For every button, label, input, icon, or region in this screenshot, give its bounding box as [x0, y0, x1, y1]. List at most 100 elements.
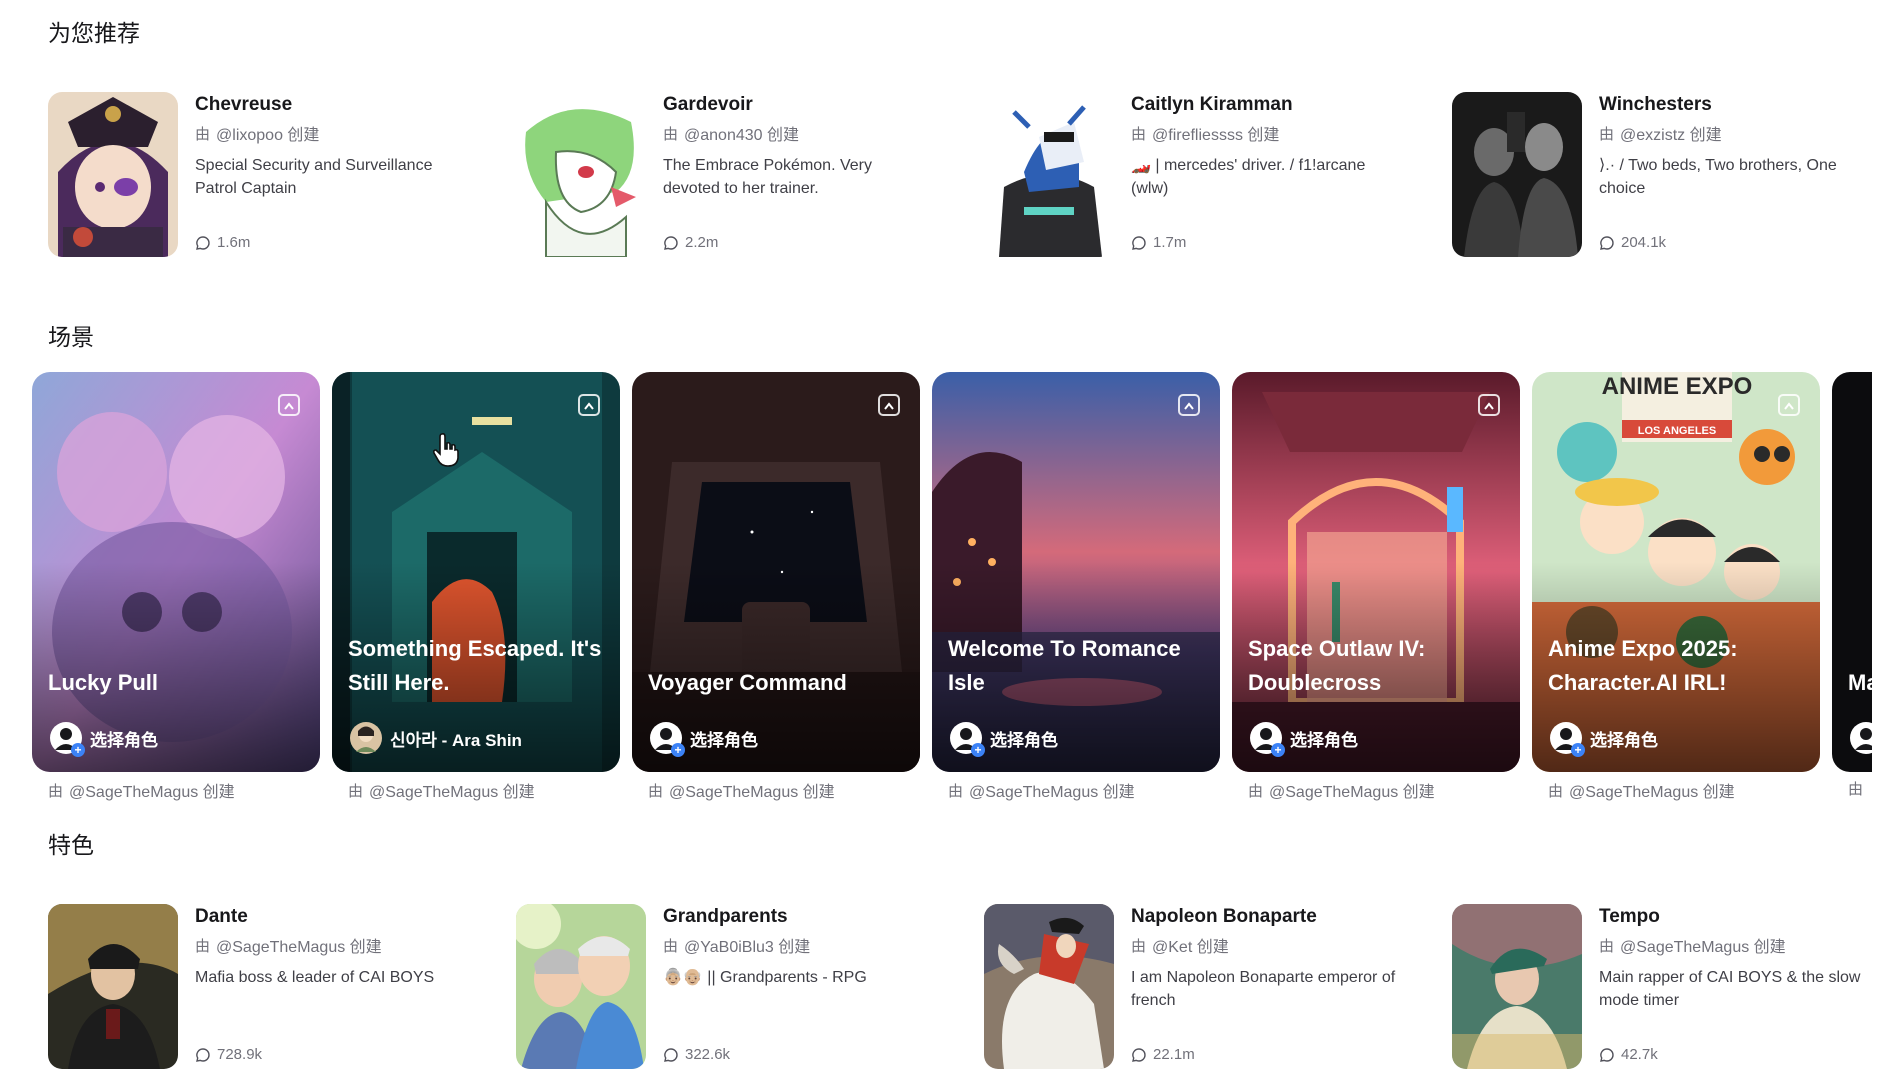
creator-handle: @SageTheMagus 创建: [969, 784, 1135, 801]
bookmark-icon[interactable]: [1176, 392, 1202, 418]
character-card-grandparents[interactable]: Grandparents 由 @YaB0iBlu3 创建 👵🏼👴🏼 || Gra…: [516, 904, 936, 1069]
expo-sign-text: ANIME EXPO: [1602, 373, 1753, 400]
character-name: Gardevoir: [663, 94, 753, 115]
select-character-button[interactable]: + 选择角色: [950, 722, 1058, 757]
bookmark-icon[interactable]: [1776, 392, 1802, 418]
creator-handle: @SageTheMagus 创建: [669, 784, 835, 801]
bookmark-icon[interactable]: [876, 392, 902, 418]
select-character-button[interactable]: [1850, 722, 1872, 754]
scene-title: Anime Expo 2025: Character.AI IRL!: [1548, 636, 1738, 695]
bookmark-icon[interactable]: [576, 392, 602, 418]
select-character-label: 选择角色: [1290, 730, 1358, 750]
select-character-button[interactable]: + 选择角色: [50, 722, 158, 757]
scene-card-partial[interactable]: Ma Sa 由: [1832, 372, 1872, 799]
character-description: ⟩.· / Two beds, Two brothers, One choice: [1599, 157, 1837, 197]
chat-bubble-icon: [196, 1047, 210, 1062]
scene-creator[interactable]: 由 @SageTheMagus 创建: [932, 778, 1220, 802]
creator-icon: 由: [1599, 125, 1615, 143]
scene-creator[interactable]: 由 @SageTheMagus 创建: [332, 778, 620, 802]
creator-handle: @SageTheMagus 创建: [369, 784, 535, 801]
scene-poster: Ma Sa: [1832, 372, 1872, 772]
scene-card-space-outlaw[interactable]: Space Outlaw IV: Doublecross + 选择角色 由 @S…: [1232, 372, 1520, 802]
creator-icon: 由: [348, 782, 364, 800]
character-description: I am Napoleon Bonaparte emperor of frenc…: [1131, 969, 1396, 1009]
chat-bubble-icon: [1132, 1047, 1146, 1062]
scene-card-romance-isle[interactable]: Welcome To Romance Isle + 选择角色 由 @SageTh…: [932, 372, 1220, 802]
select-character-button[interactable]: + 选择角色: [1550, 722, 1658, 757]
chat-bubble-icon: [664, 1047, 678, 1062]
select-character-label: 选择角色: [1590, 730, 1658, 750]
select-character-label: 选择角色: [990, 730, 1058, 750]
character-creator[interactable]: 由 @lixopoo 创建: [195, 121, 465, 145]
character-card-napoleon[interactable]: Napoleon Bonaparte 由 @Ket 创建 I am Napole…: [984, 904, 1404, 1069]
bookmark-icon[interactable]: [276, 392, 302, 418]
scene-creator[interactable]: 由 @SageTheMagus 创建: [32, 778, 320, 802]
chat-count: 1.6m: [195, 234, 250, 251]
creator-icon: 由: [1548, 782, 1564, 800]
character-creator[interactable]: 由 @Ket 创建: [1131, 933, 1401, 957]
creator-handle: @SageTheMagus 创建: [69, 784, 235, 801]
character-creator[interactable]: 由 @anon430 创建: [663, 121, 933, 145]
user-avatar-icon: +: [1550, 722, 1585, 757]
bookmark-icon[interactable]: [1476, 392, 1502, 418]
creator-icon: 由: [663, 937, 679, 955]
creator-icon: 由: [1848, 781, 1864, 798]
chat-count: 2.2m: [663, 234, 718, 251]
user-avatar-icon: +: [50, 722, 85, 757]
scene-card-anime-expo[interactable]: ANIME EXPO LOS ANGELES Anime Expo 2025: …: [1532, 372, 1820, 802]
select-character-button[interactable]: + 选择角色: [1250, 722, 1358, 757]
scene-poster: Space Outlaw IV: Doublecross + 选择角色: [1232, 372, 1520, 772]
creator-handle: @firefliessss 创建: [1152, 127, 1280, 144]
hand-cursor-icon: [432, 433, 459, 467]
character-creator[interactable]: 由 @firefliessss 创建: [1131, 121, 1401, 145]
chat-count: 22.1m: [1131, 1046, 1195, 1063]
character-creator[interactable]: 由 @SageTheMagus 创建: [1599, 933, 1869, 957]
character-avatar: [984, 904, 1114, 1069]
recommended-row: Chevreuse 由 @lixopoo 创建 Special Security…: [48, 92, 1878, 257]
scene-card-something-escaped[interactable]: Something Escaped. It's Still Here. 신아라 …: [332, 372, 620, 802]
scene-poster: Welcome To Romance Isle + 选择角色: [932, 372, 1220, 772]
creator-icon: 由: [663, 125, 679, 143]
character-avatar: [48, 92, 178, 257]
creator-handle: @Ket 创建: [1152, 939, 1229, 956]
creator-handle: @anon430 创建: [684, 127, 799, 144]
chat-count-value: 1.7m: [1153, 234, 1187, 251]
scenes-carousel[interactable]: Lucky Pull + 选择角色 由 @SageTheMagus 创建 Som…: [32, 372, 1872, 804]
creator-icon: 由: [195, 937, 211, 955]
select-character-button[interactable]: 신아라 - Ara Shin: [350, 722, 522, 754]
scene-title: Space Outlaw IV: Doublecross: [1248, 636, 1426, 695]
creator-icon: 由: [1599, 937, 1615, 955]
creator-handle: @SageTheMagus 创建: [1569, 784, 1735, 801]
scene-title: Something Escaped. It's Still Here.: [348, 636, 602, 695]
character-creator[interactable]: 由 @YaB0iBlu3 创建: [663, 933, 933, 957]
character-card-winchesters[interactable]: Winchesters 由 @exzistz 创建 ⟩.· / Two beds…: [1452, 92, 1872, 257]
scene-card-voyager-command[interactable]: Voyager Command + 选择角色 由 @SageTheMagus 创…: [632, 372, 920, 802]
creator-handle: @lixopoo 创建: [216, 127, 320, 144]
character-creator[interactable]: 由 @SageTheMagus 创建: [195, 933, 465, 957]
character-card-chevreuse[interactable]: Chevreuse 由 @lixopoo 创建 Special Security…: [48, 92, 468, 257]
section-title-scenes: 场景: [48, 324, 94, 350]
character-card-caitlyn-kiramman[interactable]: Caitlyn Kiramman 由 @firefliessss 创建 🏎️ |…: [984, 92, 1404, 257]
character-card-dante[interactable]: Dante 由 @SageTheMagus 创建 Mafia boss & le…: [48, 904, 468, 1069]
character-creator[interactable]: 由 @exzistz 创建: [1599, 121, 1869, 145]
chat-count-value: 22.1m: [1153, 1046, 1195, 1063]
character-avatar: [516, 904, 646, 1069]
scene-card-lucky-pull[interactable]: Lucky Pull + 选择角色 由 @SageTheMagus 创建: [32, 372, 320, 802]
scene-creator[interactable]: 由 @SageTheMagus 创建: [1232, 778, 1520, 802]
character-avatar: [1452, 904, 1582, 1069]
character-description: The Embrace Pokémon. Very devoted to her…: [663, 157, 872, 197]
scene-creator[interactable]: 由: [1832, 778, 1872, 799]
character-description: Mafia boss & leader of CAI BOYS: [195, 969, 435, 986]
scene-creator[interactable]: 由 @SageTheMagus 创建: [632, 778, 920, 802]
creator-icon: 由: [948, 782, 964, 800]
section-title-featured: 特色: [48, 832, 94, 858]
chat-count: 728.9k: [195, 1046, 262, 1063]
character-avatar: [984, 92, 1114, 257]
character-card-gardevoir[interactable]: Gardevoir 由 @anon430 创建 The Embrace Poké…: [516, 92, 936, 257]
scene-creator[interactable]: 由 @SageTheMagus 创建: [1532, 778, 1820, 802]
chat-count-value: 322.6k: [685, 1046, 731, 1063]
character-card-tempo[interactable]: Tempo 由 @SageTheMagus 创建 Main rapper of …: [1452, 904, 1872, 1069]
character-avatar: [1452, 92, 1582, 257]
select-character-button[interactable]: + 选择角色: [650, 722, 758, 757]
chat-bubble-icon: [196, 235, 210, 250]
